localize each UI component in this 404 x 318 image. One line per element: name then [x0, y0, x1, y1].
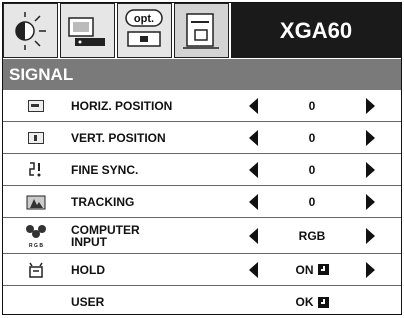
brightness-icon	[15, 12, 46, 50]
screen-icon	[68, 17, 105, 46]
signal-icon	[183, 13, 219, 49]
increase-arrow-icon[interactable]	[366, 193, 375, 210]
user-ok-value: OK	[295, 295, 314, 309]
signal-menu: opt. XGA60 SIGNAL HORIZ. POSITION 0 VERT…	[2, 2, 402, 315]
decrease-arrow-icon[interactable]	[249, 161, 258, 178]
row-fine-sync[interactable]: FINE SYNC. 0	[3, 154, 401, 186]
increase-arrow-icon[interactable]	[366, 261, 375, 278]
rgb-icon: R G B	[19, 218, 53, 253]
decrease-arrow-icon[interactable]	[249, 97, 258, 114]
opt-label: opt.	[134, 13, 154, 25]
image-tab[interactable]	[60, 3, 115, 58]
picture-adjust-tab[interactable]	[3, 3, 58, 58]
rgb-icon-label: R G B	[29, 243, 43, 249]
menu-tab-bar: opt. XGA60	[3, 3, 401, 59]
row-vert-position[interactable]: VERT. POSITION 0	[3, 122, 401, 154]
fine-sync-control[interactable]: 0	[237, 154, 387, 185]
signal-tab[interactable]	[174, 3, 229, 58]
decrease-arrow-icon[interactable]	[249, 129, 258, 146]
opt-icon: opt.	[125, 9, 163, 47]
row-hold[interactable]: HOLD ON	[3, 254, 401, 286]
enter-icon	[317, 296, 329, 308]
tracking-value: 0	[308, 194, 316, 209]
row-computer-input[interactable]: R G B COMPUTER INPUT RGB	[3, 218, 401, 254]
section-title: SIGNAL	[3, 59, 401, 90]
hold-control[interactable]: ON	[237, 254, 387, 285]
vert-position-value: 0	[308, 130, 316, 145]
row-horiz-position[interactable]: HORIZ. POSITION 0	[3, 90, 401, 122]
computer-input-label: COMPUTER INPUT	[71, 222, 140, 249]
row-user[interactable]: USER OK	[3, 286, 401, 318]
increase-arrow-icon[interactable]	[366, 227, 375, 244]
fine-sync-icon	[19, 154, 53, 185]
vert-position-control[interactable]: 0	[237, 122, 387, 153]
user-control[interactable]: OK	[237, 286, 387, 318]
hold-icon	[19, 254, 53, 285]
user-value-wrap[interactable]: OK	[267, 286, 357, 318]
vert-position-icon	[19, 122, 53, 153]
signal-mode-display: XGA60	[231, 3, 401, 58]
decrease-arrow-icon[interactable]	[249, 261, 258, 278]
computer-input-control[interactable]: RGB	[237, 218, 387, 253]
signal-settings-list: HORIZ. POSITION 0 VERT. POSITION 0 FINE	[3, 90, 401, 318]
horiz-position-value: 0	[308, 98, 316, 113]
row-tracking[interactable]: TRACKING 0	[3, 186, 401, 218]
horiz-position-control[interactable]: 0	[237, 90, 387, 121]
fine-sync-value: 0	[308, 162, 316, 177]
tracking-label: TRACKING	[71, 194, 135, 209]
decrease-arrow-icon[interactable]	[249, 227, 258, 244]
increase-arrow-icon[interactable]	[366, 129, 375, 146]
tracking-icon	[19, 186, 53, 217]
horiz-position-label: HORIZ. POSITION	[71, 98, 173, 113]
decrease-arrow-icon[interactable]	[249, 193, 258, 210]
hold-value: ON	[295, 262, 314, 277]
increase-arrow-icon[interactable]	[366, 97, 375, 114]
user-label: USER	[71, 295, 105, 309]
hold-label: HOLD	[71, 262, 105, 277]
horiz-position-icon	[19, 90, 53, 121]
option-tab[interactable]: opt.	[117, 3, 172, 58]
hold-value-wrap: ON	[267, 254, 357, 285]
fine-sync-label: FINE SYNC.	[71, 162, 139, 177]
enter-icon	[317, 264, 329, 275]
computer-input-value: RGB	[298, 228, 326, 243]
vert-position-label: VERT. POSITION	[71, 130, 166, 145]
increase-arrow-icon[interactable]	[366, 161, 375, 178]
tracking-control[interactable]: 0	[237, 186, 387, 217]
